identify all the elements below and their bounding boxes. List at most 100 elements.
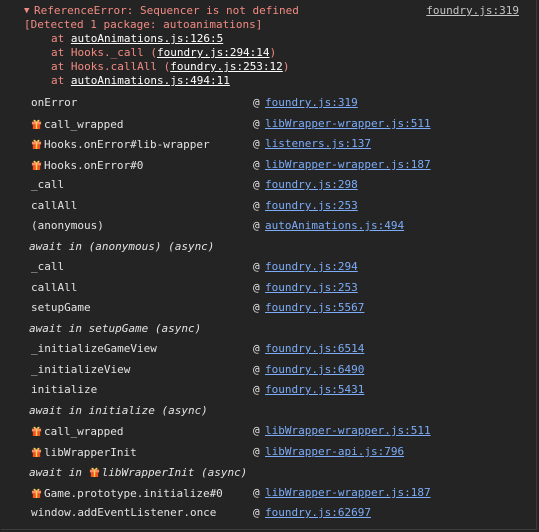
call-stack-frame: call_wrapped @ libWrapper-wrapper.js:511 <box>31 117 531 131</box>
frame-source-link[interactable]: listeners.js:137 <box>265 137 371 151</box>
call-stack-frame: (anonymous) @ autoAnimations.js:494 <box>31 219 531 233</box>
frame-source-link[interactable]: foundry.js:294 <box>265 260 358 274</box>
frame-source-link[interactable]: libWrapper-wrapper.js:511 <box>265 424 431 438</box>
frame-source-link[interactable]: foundry.js:319 <box>265 96 358 110</box>
at-symbol: @ <box>253 117 260 130</box>
stack-trace-line: at autoAnimations.js:126:5 <box>51 32 223 46</box>
stack-trace-link[interactable]: foundry.js:294:14 <box>157 46 270 59</box>
at-symbol: @ <box>253 383 260 396</box>
call-stack-frame: libWrapperInit @ libWrapper-api.js:796 <box>31 445 531 459</box>
call-stack-frame: Game.prototype.initialize#0 @ libWrapper-w… <box>31 486 531 500</box>
async-function: libWrapperInit <box>101 466 195 479</box>
frame-source-link[interactable]: foundry.js:253 <box>265 281 358 295</box>
call-stack-frame: _call @ foundry.js:294 <box>31 260 531 274</box>
async-prefix: await in <box>29 466 89 479</box>
gift-icon <box>31 488 42 498</box>
stack-trace-suffix: ) <box>282 60 290 73</box>
frame-function-name: setupGame <box>31 301 91 315</box>
frame-source-link[interactable]: foundry.js:6490 <box>265 363 364 377</box>
stack-trace-link[interactable]: foundry.js:253:12 <box>170 60 283 73</box>
stack-trace-prefix: at <box>51 32 71 45</box>
stack-trace-prefix: at <box>51 74 71 87</box>
frame-function-name: (anonymous) <box>31 219 104 233</box>
call-stack-frame: callAll @ foundry.js:253 <box>31 199 531 213</box>
frame-source-link[interactable]: libWrapper-wrapper.js:187 <box>265 486 431 500</box>
frame-function-name: _initializeView <box>31 363 130 377</box>
gift-icon <box>31 139 42 149</box>
frame-function-label: _initializeView <box>31 363 131 376</box>
at-symbol: @ <box>253 199 260 212</box>
frame-function-name: call_wrapped <box>31 117 123 132</box>
frame-function-name: libWrapperInit <box>31 445 137 460</box>
async-suffix: (async) <box>194 466 248 479</box>
frame-function-label: setupGame <box>31 301 91 314</box>
at-symbol: @ <box>253 96 260 109</box>
expand-triangle-icon[interactable]: ▼ <box>24 4 29 18</box>
frame-function-label: call_wrapped <box>44 118 124 131</box>
frame-source-link[interactable]: libWrapper-wrapper.js:187 <box>265 158 431 172</box>
at-symbol: @ <box>253 342 260 355</box>
detected-package-line: [Detected 1 package: autoanimations] <box>24 18 263 31</box>
frame-source-link[interactable]: autoAnimations.js:494 <box>265 219 404 233</box>
frame-function-label: _call <box>31 260 65 273</box>
async-boundary: await in setupGame (async) <box>29 322 202 335</box>
async-boundary: await in initialize (async) <box>29 404 208 417</box>
frame-function-name: initialize <box>31 383 97 397</box>
call-stack-frame: setupGame @ foundry.js:5567 <box>31 301 531 315</box>
frame-function-name: call_wrapped <box>31 424 123 439</box>
call-stack-frame: _initializeView @ foundry.js:6490 <box>31 363 531 377</box>
frame-source-link[interactable]: foundry.js:6514 <box>265 342 364 356</box>
frame-function-label: Game.prototype.initialize#0 <box>44 487 223 500</box>
frame-function-label: Hooks.onError#0 <box>44 159 144 172</box>
stack-trace-prefix: at Hooks._call ( <box>51 46 157 59</box>
frame-function-label: callAll <box>31 281 78 294</box>
frame-function-label: Hooks.onError#lib-wrapper <box>44 138 210 151</box>
stack-trace-line: at Hooks.callAll (foundry.js:253:12) <box>51 60 289 74</box>
gift-icon <box>89 467 99 477</box>
at-symbol: @ <box>253 445 260 458</box>
stack-trace-prefix: at Hooks.callAll ( <box>51 60 171 73</box>
at-symbol: @ <box>253 281 260 294</box>
call-stack-frame: onError @ foundry.js:319 <box>31 96 531 110</box>
frame-function-label: callAll <box>31 199 78 212</box>
at-symbol: @ <box>253 178 260 191</box>
frame-function-name: Hooks.onError#lib-wrapper <box>31 137 210 152</box>
frame-function-name: Game.prototype.initialize#0 <box>31 486 223 501</box>
stack-trace-link[interactable]: autoAnimations.js:126:5 <box>71 32 223 45</box>
gift-icon <box>31 160 42 170</box>
stack-trace-suffix: ) <box>269 46 277 59</box>
frame-source-link[interactable]: foundry.js:253 <box>265 199 358 213</box>
frame-function-name: callAll <box>31 281 77 295</box>
error-header[interactable]: ▼ ReferenceError: Sequencer is not defin… <box>1 4 521 18</box>
frame-function-name: window.addEventListener.once <box>31 506 216 520</box>
call-stack-frame: Hooks.onError#0 @ libWrapper-wrapper.js:18… <box>31 158 531 172</box>
call-stack-frame: callAll @ foundry.js:253 <box>31 281 531 295</box>
at-symbol: @ <box>253 158 260 171</box>
gift-icon <box>31 447 42 457</box>
call-stack-frame: _initializeGameView @ foundry.js:6514 <box>31 342 531 356</box>
frame-function-name: callAll <box>31 199 77 213</box>
frame-source-link[interactable]: foundry.js:5431 <box>265 383 364 397</box>
frame-function-name: onError <box>31 96 77 110</box>
frame-function-label: _initializeGameView <box>31 342 157 355</box>
frame-function-name: Hooks.onError#0 <box>31 158 143 173</box>
frame-source-link[interactable]: libWrapper-api.js:796 <box>265 445 404 459</box>
stack-trace-link[interactable]: autoAnimations.js:494:11 <box>71 74 230 87</box>
frame-function-label: initialize <box>31 383 98 396</box>
frame-function-label: libWrapperInit <box>44 446 137 459</box>
frame-function-label: onError <box>31 96 78 109</box>
at-symbol: @ <box>253 301 260 314</box>
async-boundary: await in (anonymous) (async) <box>29 240 215 253</box>
at-symbol: @ <box>253 506 260 519</box>
frame-source-link[interactable]: libWrapper-wrapper.js:511 <box>265 117 431 131</box>
error-source-link[interactable]: foundry.js:319 <box>426 4 519 18</box>
call-stack-frame: _call @ foundry.js:298 <box>31 178 531 192</box>
call-stack-frame: call_wrapped @ libWrapper-wrapper.js:511 <box>31 424 531 438</box>
frame-function-name: _call <box>31 260 64 274</box>
stack-trace-line: at Hooks._call (foundry.js:294:14) <box>51 46 276 60</box>
frame-source-link[interactable]: foundry.js:62697 <box>265 506 371 520</box>
at-symbol: @ <box>253 219 260 232</box>
frame-source-link[interactable]: foundry.js:5567 <box>265 301 364 315</box>
frame-source-link[interactable]: foundry.js:298 <box>265 178 358 192</box>
at-symbol: @ <box>253 363 260 376</box>
